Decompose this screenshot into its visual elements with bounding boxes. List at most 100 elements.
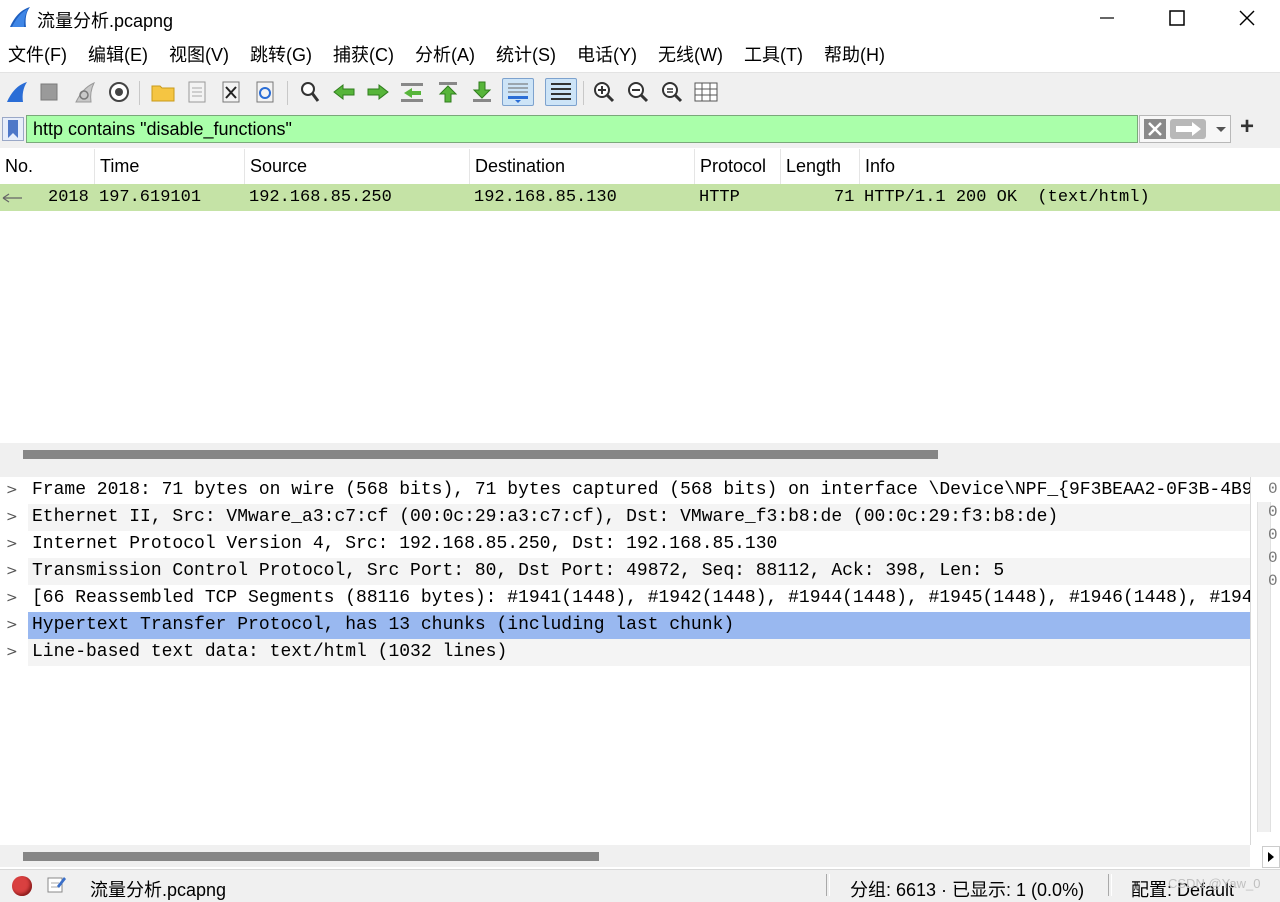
minimize-icon <box>1100 17 1114 19</box>
pane-splitter[interactable] <box>0 465 1280 477</box>
detail-row-ip[interactable]: > Internet Protocol Version 4, Src: 192.… <box>0 531 1250 558</box>
chevron-right-icon[interactable]: > <box>6 639 18 666</box>
column-header-protocol[interactable]: Protocol <box>695 149 781 184</box>
packet-list-hscrollbar[interactable] <box>0 443 1280 465</box>
last-packet-button[interactable] <box>468 78 496 106</box>
chevron-down-icon <box>1216 127 1226 132</box>
cell-time: 197.619101 <box>99 188 202 207</box>
start-capture-button[interactable] <box>3 78 31 106</box>
cell-length: 71 <box>834 188 855 207</box>
open-file-button[interactable] <box>149 78 177 106</box>
zoom-normal-icon <box>662 82 683 103</box>
go-forward-button[interactable] <box>364 78 392 106</box>
menu-wireless[interactable]: 无线(W) <box>649 38 735 72</box>
filter-bookmark-button[interactable] <box>2 117 24 141</box>
go-to-packet-button[interactable] <box>398 78 426 106</box>
zoom-out-icon <box>628 82 649 103</box>
minimize-button[interactable] <box>1072 0 1142 36</box>
detail-row-reassembled[interactable]: > [66 Reassembled TCP Segments (88116 by… <box>0 585 1250 612</box>
packet-row[interactable]: 2018 197.619101 192.168.85.250 192.168.8… <box>0 184 1280 211</box>
column-header-info[interactable]: Info <box>860 149 1280 184</box>
chevron-right-icon[interactable]: > <box>6 531 18 558</box>
detail-row-frame[interactable]: > Frame 2018: 71 bytes on wire (568 bits… <box>0 477 1250 504</box>
menu-file[interactable]: 文件(F) <box>0 38 79 72</box>
capture-comment-button[interactable] <box>46 874 66 894</box>
status-divider <box>1108 874 1112 896</box>
bytes-offset: 0 <box>1268 572 1278 590</box>
find-packet-button[interactable] <box>296 78 324 106</box>
clear-filter-button[interactable] <box>1144 119 1166 139</box>
status-divider <box>826 874 830 896</box>
scroll-right-button[interactable] <box>1262 846 1280 868</box>
first-packet-button[interactable] <box>434 78 462 106</box>
zoom-normal-button[interactable] <box>658 78 686 106</box>
menu-capture[interactable]: 捕获(C) <box>324 38 406 72</box>
packet-list-empty-area <box>0 211 1280 443</box>
display-filter-input[interactable]: http contains "disable_functions" <box>26 115 1138 143</box>
zoom-in-button[interactable] <box>590 78 618 106</box>
chevron-right-icon[interactable]: > <box>6 477 18 504</box>
column-header-source[interactable]: Source <box>245 149 470 184</box>
reload-file-icon <box>256 81 274 103</box>
maximize-icon <box>1169 10 1185 26</box>
go-back-button[interactable] <box>330 78 358 106</box>
cell-source: 192.168.85.250 <box>249 188 392 207</box>
apply-filter-button[interactable] <box>1170 119 1206 139</box>
scrollbar-thumb[interactable] <box>23 450 938 459</box>
stop-capture-button[interactable] <box>35 78 63 106</box>
recent-filters-dropdown[interactable] <box>1214 121 1228 137</box>
menu-analyze[interactable]: 分析(A) <box>406 38 487 72</box>
menu-tools[interactable]: 工具(T) <box>735 38 815 72</box>
clear-x-icon <box>1148 122 1162 136</box>
chevron-right-icon[interactable]: > <box>6 558 18 585</box>
packet-list-header: No. Time Source Destination Protocol Len… <box>0 149 1280 185</box>
detail-row-text-data[interactable]: > Line-based text data: text/html (1032 … <box>0 639 1250 666</box>
open-folder-icon <box>151 85 175 102</box>
chevron-right-icon[interactable]: > <box>6 504 18 531</box>
status-packet-count: 分组: 6613 · 已显示: 1 (0.0%) <box>850 880 1085 900</box>
packet-details-pane: > Frame 2018: 71 bytes on wire (568 bits… <box>0 477 1250 845</box>
column-header-destination[interactable]: Destination <box>470 149 695 184</box>
restart-capture-icon <box>75 81 96 103</box>
response-arrow-icon <box>2 193 22 203</box>
column-header-length[interactable]: Length <box>781 149 860 184</box>
reload-file-button[interactable] <box>251 78 279 106</box>
restart-capture-button[interactable] <box>71 78 99 106</box>
menu-edit[interactable]: 编辑(E) <box>79 38 160 72</box>
resize-columns-button[interactable] <box>692 78 720 106</box>
title-bar: 流量分析.pcapng <box>0 0 1280 36</box>
zoom-out-button[interactable] <box>624 78 652 106</box>
first-packet-icon <box>438 82 458 103</box>
edit-comment-icon <box>47 877 66 893</box>
colorize-toggle[interactable] <box>545 78 577 106</box>
close-file-button[interactable] <box>217 78 245 106</box>
capture-options-button[interactable] <box>105 78 133 106</box>
close-icon <box>1239 10 1255 26</box>
column-header-no[interactable]: No. <box>0 149 95 184</box>
menu-help[interactable]: 帮助(H) <box>815 38 897 72</box>
detail-row-http[interactable]: > Hypertext Transfer Protocol, has 13 ch… <box>0 612 1250 639</box>
cell-destination: 192.168.85.130 <box>474 188 617 207</box>
watermark-text: CSDN @Yaw_0 <box>1168 876 1261 891</box>
detail-row-ethernet[interactable]: > Ethernet II, Src: VMware_a3:c7:cf (00:… <box>0 504 1250 531</box>
menu-view[interactable]: 视图(V) <box>160 38 241 72</box>
menu-go[interactable]: 跳转(G) <box>241 38 324 72</box>
chevron-right-icon[interactable]: > <box>6 585 18 612</box>
expert-info-led-icon[interactable] <box>12 876 32 896</box>
save-file-button[interactable] <box>183 78 211 106</box>
menu-statistics[interactable]: 统计(S) <box>487 38 568 72</box>
find-packet-icon <box>301 82 320 102</box>
close-window-button[interactable] <box>1212 0 1280 36</box>
maximize-button[interactable] <box>1142 0 1212 36</box>
add-filter-button[interactable]: + <box>1240 113 1254 141</box>
chevron-right-icon[interactable]: > <box>6 612 18 639</box>
bytes-offset: 0 <box>1268 526 1278 544</box>
scrollbar-thumb[interactable] <box>23 852 599 861</box>
autoscroll-toggle[interactable] <box>502 78 534 106</box>
detail-row-tcp[interactable]: > Transmission Control Protocol, Src Por… <box>0 558 1250 585</box>
details-hscrollbar[interactable] <box>0 845 1250 867</box>
column-header-time[interactable]: Time <box>95 149 245 184</box>
menu-telephony[interactable]: 电话(Y) <box>568 38 649 72</box>
bytes-offset: 0 <box>1268 549 1278 567</box>
bytes-offset: 0 <box>1268 480 1278 498</box>
